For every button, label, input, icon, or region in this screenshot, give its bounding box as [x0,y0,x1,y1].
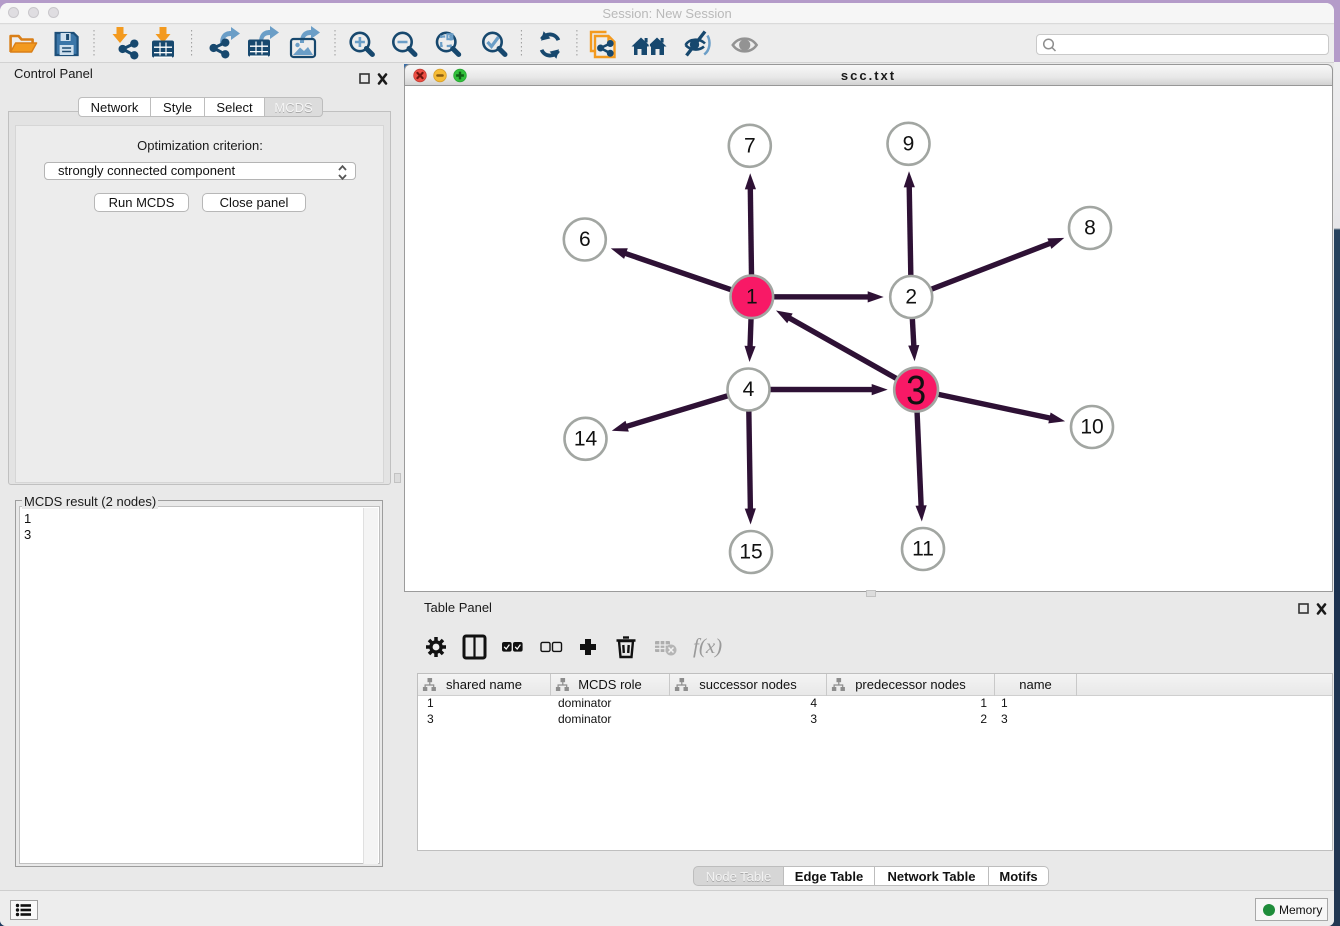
svg-text:7: 7 [744,134,756,157]
svg-text:1: 1 [746,285,758,308]
svg-text:6: 6 [579,228,591,251]
svg-text:11: 11 [912,538,934,561]
svg-text:4: 4 [743,378,755,401]
svg-text:9: 9 [903,132,915,155]
svg-text:8: 8 [1084,217,1096,240]
svg-text:15: 15 [739,541,762,564]
svg-text:f(x): f(x) [693,634,722,658]
svg-text:2: 2 [905,286,917,309]
svg-text:14: 14 [574,427,598,450]
svg-text:10: 10 [1080,416,1103,439]
svg-text:3: 3 [906,368,926,414]
